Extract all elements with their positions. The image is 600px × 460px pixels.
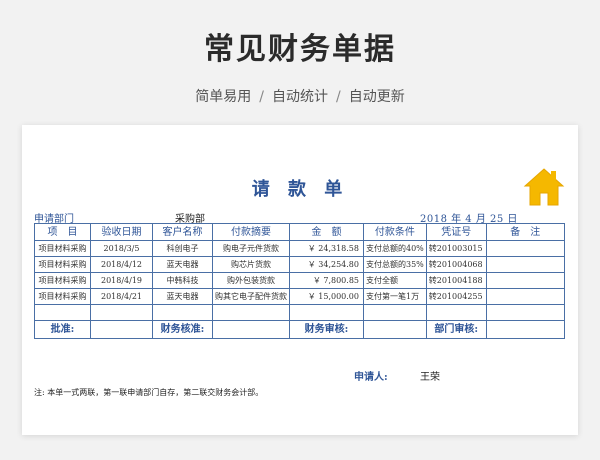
cell-voucher: 转201003015 <box>425 240 487 257</box>
dept-review-field[interactable] <box>485 320 565 339</box>
column-header: 项 目 <box>34 223 91 241</box>
empty-cell <box>152 304 213 321</box>
table-header-row: 项 目 验收日期 客户名称 付款摘要 金 额 付款条件 凭证号 备 注 <box>34 223 565 241</box>
applicant-name: 王荣 <box>420 372 440 383</box>
form-title: 请 款 单 <box>251 179 349 200</box>
cell-client: 科创电子 <box>152 240 213 257</box>
feature-item: 自动统计 <box>272 89 328 105</box>
cell-voucher: 转201004068 <box>425 256 487 273</box>
cell-remark <box>485 240 565 257</box>
home-icon[interactable] <box>522 165 566 209</box>
cell-summary: 购外包装货款 <box>212 272 290 289</box>
column-header: 付款摘要 <box>212 223 290 241</box>
cell-remark <box>485 288 565 305</box>
empty-cell <box>363 304 427 321</box>
signature-row: 批准: 财务核准: 财务审核: 部门审核: <box>34 320 565 339</box>
cell-item: 项目材料采购 <box>34 240 91 257</box>
cell-date: 2018/4/19 <box>90 272 153 289</box>
cell-terms: 支付总额的35% <box>363 256 427 273</box>
cell-amount: ￥ 24,318.58 <box>289 240 364 257</box>
cell-remark <box>485 256 565 273</box>
finance-approve-field[interactable] <box>212 320 290 339</box>
column-header: 客户名称 <box>152 223 213 241</box>
empty-cell <box>485 304 565 321</box>
cell-voucher: 转201004188 <box>425 272 487 289</box>
cell-voucher: 转201004255 <box>425 288 487 305</box>
feature-list: 简单易用 / 自动统计 / 自动更新 <box>0 86 600 106</box>
empty-cell <box>90 304 153 321</box>
finance-review-field[interactable] <box>363 320 427 339</box>
table-row: 项目材料采购 2018/4/21 蓝天电器 购其它电子配件货款 ￥ 15,000… <box>34 288 565 305</box>
finance-review-label: 财务审核: <box>289 320 364 339</box>
approve-field[interactable] <box>90 320 153 339</box>
cell-amount: ￥ 34,254.80 <box>289 256 364 273</box>
cell-amount: ￥ 15,000.00 <box>289 288 364 305</box>
finance-approve-label: 财务核准: <box>152 320 213 339</box>
cell-date: 2018/4/21 <box>90 288 153 305</box>
cell-client: 蓝天电器 <box>152 288 213 305</box>
cell-summary: 购其它电子配件货款 <box>212 288 290 305</box>
empty-cell <box>212 304 290 321</box>
applicant-label: 申请人: <box>354 372 388 383</box>
cell-terms: 支付总额的40% <box>363 240 427 257</box>
cell-amount: ￥ 7,800.85 <box>289 272 364 289</box>
cell-terms: 支付全额 <box>363 272 427 289</box>
approve-label: 批准: <box>34 320 91 339</box>
cell-date: 2018/4/12 <box>90 256 153 273</box>
cell-summary: 购芯片货款 <box>212 256 290 273</box>
column-header: 验收日期 <box>90 223 153 241</box>
feature-item: 简单易用 <box>195 89 252 105</box>
cell-terms: 支付第一笔1万 <box>363 288 427 305</box>
column-header: 付款条件 <box>363 223 427 241</box>
cell-item: 项目材料采购 <box>34 256 91 273</box>
page-title: 常见财务单据 <box>204 32 396 67</box>
column-header: 凭证号 <box>425 223 487 241</box>
column-header: 备 注 <box>485 223 565 241</box>
empty-cell <box>34 304 91 321</box>
table-row-empty <box>34 304 565 321</box>
feature-item: 自动更新 <box>348 89 405 105</box>
cell-client: 中韩科技 <box>152 272 213 289</box>
table-row: 项目材料采购 2018/4/12 蓝天电器 购芯片货款 ￥ 34,254.80 … <box>34 256 565 273</box>
payment-request-sheet: 请 款 单 申请部门 采购部 2018 年 4 月 25 日 项 目 验收日期 … <box>22 125 578 435</box>
table-row: 项目材料采购 2018/3/5 科创电子 购电子元件货款 ￥ 24,318.58… <box>34 240 565 257</box>
empty-cell <box>289 304 364 321</box>
cell-remark <box>485 272 565 289</box>
empty-cell <box>425 304 487 321</box>
cell-summary: 购电子元件货款 <box>212 240 290 257</box>
separator: / <box>259 89 264 105</box>
cell-item: 项目材料采购 <box>34 288 91 305</box>
column-header: 金 额 <box>289 223 364 241</box>
cell-date: 2018/3/5 <box>90 240 153 257</box>
cell-client: 蓝天电器 <box>152 256 213 273</box>
cell-item: 项目材料采购 <box>34 272 91 289</box>
footnote: 注: 本单一式两联，第一联申请部门自存，第二联交财务会计部。 <box>34 388 264 397</box>
separator: / <box>336 89 341 105</box>
dept-review-label: 部门审核: <box>425 320 487 339</box>
request-table: 项 目 验收日期 客户名称 付款摘要 金 额 付款条件 凭证号 备 注 项目材料… <box>34 223 565 339</box>
table-row: 项目材料采购 2018/4/19 中韩科技 购外包装货款 ￥ 7,800.85 … <box>34 272 565 289</box>
